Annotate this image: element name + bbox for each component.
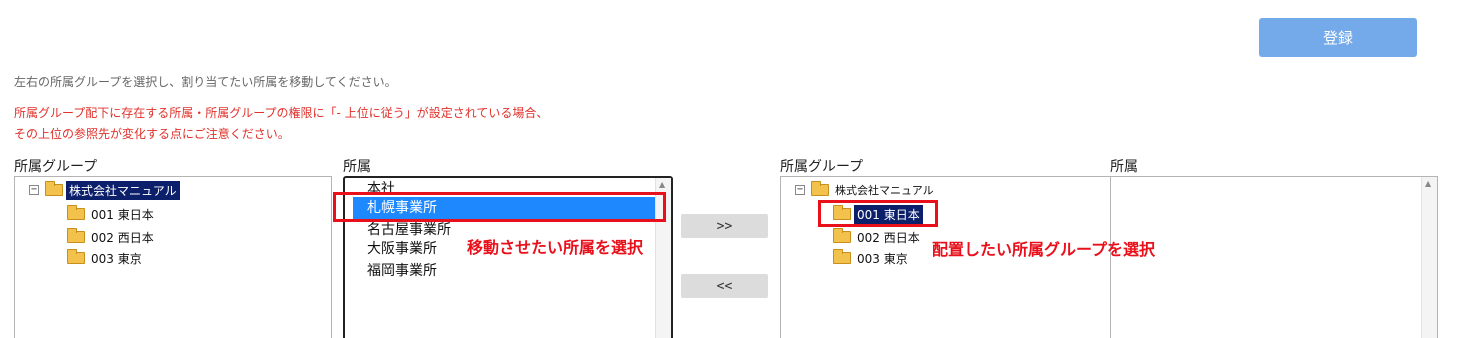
tree-node-root[interactable]: − 株式会社マニュアル — [795, 181, 937, 199]
affiliation-annotation: 移動させたい所属を選択 — [467, 238, 644, 257]
folder-icon — [833, 228, 851, 243]
folder-icon — [67, 205, 85, 220]
folder-icon — [833, 249, 851, 264]
scroll-up-icon[interactable]: ▲ — [659, 180, 665, 189]
tree-node-label[interactable]: 株式会社マニュアル — [66, 180, 180, 200]
collapse-icon[interactable]: − — [795, 185, 805, 195]
tree-node-child[interactable]: 002 西日本 — [67, 228, 157, 246]
tree-node-label[interactable]: 003 東京 — [88, 249, 145, 268]
tree-node-child[interactable]: 003 東京 — [833, 249, 911, 267]
list-item[interactable]: 大阪事業所 — [367, 238, 437, 258]
tree-node-label[interactable]: 002 西日本 — [854, 228, 923, 247]
tree-node-label[interactable]: 株式会社マニュアル — [832, 181, 937, 199]
left-group-label: 所属グループ — [14, 159, 98, 175]
right-affiliation-label: 所属 — [1110, 159, 1138, 175]
tree-node-child[interactable]: 001 東日本 — [67, 205, 157, 223]
tree-node-child[interactable]: 003 東京 — [67, 249, 145, 267]
instruction-text: 左右の所属グループを選択し、割り当てたい所属を移動してください。 — [14, 75, 397, 89]
group-highlight-box — [818, 200, 938, 227]
folder-icon — [811, 181, 829, 196]
warning-text-line2: その上位の参照先が変化する点にご注意ください。 — [14, 127, 290, 141]
folder-icon — [67, 249, 85, 264]
scrollbar[interactable]: ▲ — [1421, 177, 1437, 338]
register-button[interactable]: 登録 — [1259, 18, 1417, 57]
folder-icon — [67, 228, 85, 243]
warning-text-line1: 所属グループ配下に存在する所属・所属グループの権限に「- 上位に従う」が設定され… — [14, 106, 549, 120]
collapse-icon[interactable]: − — [29, 185, 39, 195]
right-affiliation-list[interactable]: ▲ — [1110, 176, 1438, 338]
list-item[interactable]: 名古屋事業所 — [367, 219, 451, 239]
tree-node-label[interactable]: 003 東京 — [854, 249, 911, 268]
affiliation-label: 所属 — [343, 159, 371, 175]
tree-node-root[interactable]: − 株式会社マニュアル — [29, 180, 180, 200]
affiliation-highlight-box — [333, 192, 666, 222]
tree-node-label[interactable]: 001 東日本 — [88, 205, 157, 224]
group-annotation: 配置したい所属グループを選択 — [932, 240, 1156, 259]
move-right-button[interactable]: >> — [681, 214, 768, 238]
list-item[interactable]: 福岡事業所 — [367, 260, 437, 280]
left-group-tree[interactable]: − 株式会社マニュアル 001 東日本 002 西日本 003 東京 — [14, 176, 332, 338]
scroll-up-icon[interactable]: ▲ — [1425, 179, 1431, 188]
right-group-label: 所属グループ — [780, 159, 864, 175]
folder-icon — [45, 181, 63, 196]
move-left-button[interactable]: << — [681, 274, 768, 298]
tree-node-label[interactable]: 002 西日本 — [88, 228, 157, 247]
tree-node-child[interactable]: 002 西日本 — [833, 228, 923, 246]
